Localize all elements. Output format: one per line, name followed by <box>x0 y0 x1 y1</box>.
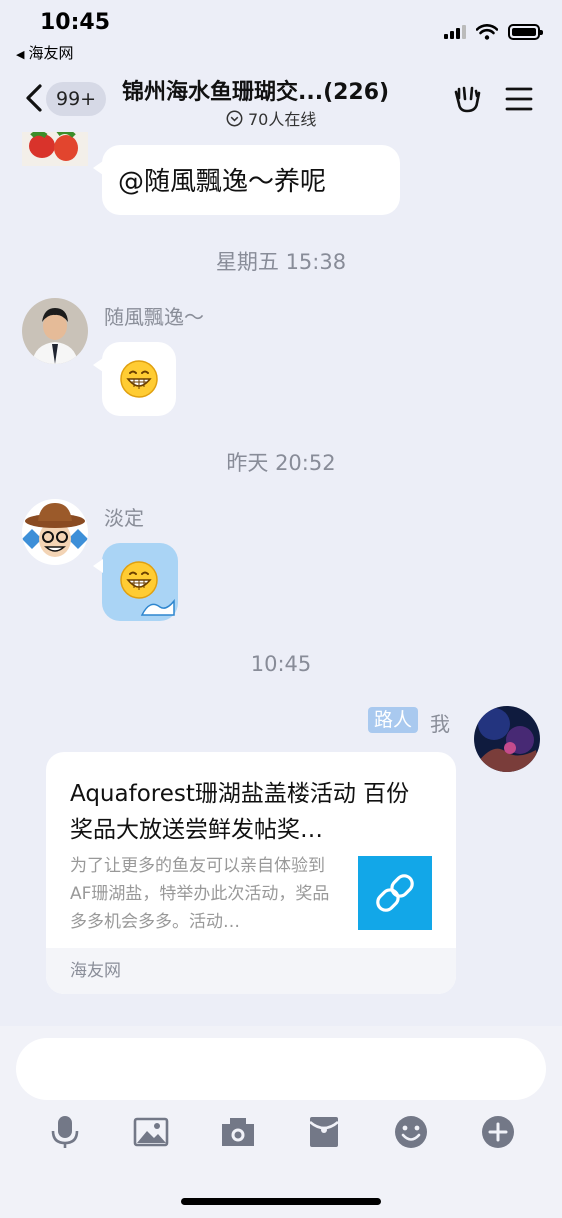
red-packet-icon[interactable] <box>306 1114 342 1150</box>
emoji-icon[interactable] <box>393 1114 429 1150</box>
link-card-title: Aquaforest珊湖盐盖楼活动 百份奖品大放送尝鲜发帖奖… <box>70 781 410 843</box>
timestamp: 昨天 20:52 <box>226 451 336 475</box>
avatar[interactable] <box>22 298 88 364</box>
plus-icon[interactable] <box>480 1114 516 1150</box>
back-to-app-link[interactable]: ◀ 海友网 <box>16 42 73 63</box>
wave-decoration-icon <box>140 598 175 616</box>
cellular-signal-icon <box>444 25 466 39</box>
unread-count-badge[interactable]: 99+ <box>46 82 107 116</box>
system-icons <box>444 24 543 40</box>
chat-header: 99+ 锦州海水鱼珊瑚交...(226) 70人在线 <box>0 64 562 132</box>
message-bubble[interactable]: @随風飄逸～养呢 <box>93 145 400 215</box>
member-title-badge: 路人 <box>368 707 419 733</box>
link-card[interactable]: Aquaforest珊湖盐盖楼活动 百份奖品大放送尝鲜发帖奖… 为了让更多的鱼友… <box>46 752 456 994</box>
hand-gesture-icon[interactable] <box>450 84 484 114</box>
emoji-message-bubble[interactable] <box>93 342 176 416</box>
emoji-message-bubble[interactable] <box>93 543 178 621</box>
online-status[interactable]: 70人在线 <box>226 106 316 130</box>
link-card-source: 海友网 <box>46 948 456 994</box>
sender-name-self: 我 <box>430 712 450 736</box>
sender-name[interactable]: 淡定 <box>104 502 144 531</box>
group-title[interactable]: 锦州海水鱼珊瑚交...(226) <box>122 74 422 106</box>
link-card-description: 为了让更多的鱼友可以亲自体验到AF珊湖盐，特举办此次活动，奖品多多机会多多。活动… <box>70 856 330 932</box>
sender-name[interactable]: 随風飄逸～ <box>104 301 204 330</box>
home-indicator[interactable] <box>181 1198 381 1205</box>
composer <box>0 1026 562 1218</box>
battery-icon <box>508 24 543 40</box>
microphone-icon[interactable] <box>47 1114 83 1150</box>
grinning-face-icon <box>120 360 158 398</box>
avatar-self[interactable] <box>474 706 540 772</box>
wifi-icon <box>476 24 498 40</box>
link-icon <box>376 874 414 912</box>
timestamp: 星期五 15:38 <box>215 250 347 274</box>
back-app-label: 海友网 <box>28 44 74 62</box>
image-icon[interactable] <box>133 1114 169 1150</box>
back-triangle-icon: ◀ <box>16 48 25 61</box>
timestamp: 10:45 <box>250 652 312 676</box>
avatar-partial[interactable] <box>22 132 88 166</box>
avatar[interactable] <box>22 499 88 565</box>
camera-icon[interactable] <box>220 1114 256 1150</box>
chevron-down-circle-icon <box>226 110 243 126</box>
message-input[interactable] <box>16 1038 546 1100</box>
status-time: 10:45 <box>40 10 111 35</box>
online-count: 70人在线 <box>248 110 317 129</box>
menu-icon[interactable] <box>504 84 534 114</box>
message-text: @随風飄逸～养呢 <box>118 167 327 197</box>
grinning-face-icon <box>120 561 158 599</box>
link-card-thumbnail <box>358 856 432 930</box>
status-bar: 10:45 ◀ 海友网 <box>0 0 562 64</box>
